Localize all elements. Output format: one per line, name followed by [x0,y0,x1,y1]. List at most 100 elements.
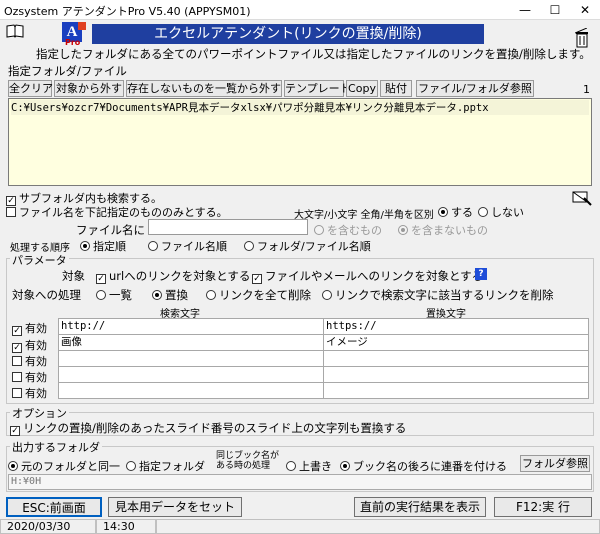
not-contain-radio[interactable] [398,225,408,235]
row-2-search-input[interactable]: 画像 [58,334,324,351]
suffix-radio[interactable] [340,461,350,471]
row-4-search-input[interactable] [58,366,324,383]
target-label: 指定フォルダ/ファイル [8,64,127,78]
order-filename-radio[interactable] [148,241,158,251]
overwrite-option[interactable]: 上書き [286,458,332,474]
maximize-button[interactable]: ☐ [540,0,570,20]
output-group-label: 出力するフォルダ [10,439,102,455]
row-4-enable[interactable]: 有効 [12,369,47,385]
row-5-enable[interactable]: 有効 [12,385,47,401]
row-4-replace-input[interactable] [323,366,589,383]
set-sample-data-button[interactable]: 見本用データをセット [108,497,242,517]
case-no-option[interactable]: しない [478,204,524,220]
execute-button[interactable]: F12:実 行 [494,497,592,517]
order-folder-radio[interactable] [244,241,254,251]
process-delete-all-option[interactable]: リンクを全て削除 [206,287,311,303]
target-type-label: 対象 [62,269,85,283]
book-icon[interactable] [6,24,24,38]
show-last-result-button[interactable]: 直前の実行結果を表示 [354,497,486,517]
process-replace-option[interactable]: 置換 [152,287,188,303]
template-button[interactable]: テンプレート [284,80,351,97]
row-1-enable[interactable]: ✓ 有効 [12,320,47,336]
status-time: 14:30 [96,519,156,534]
same-book-label: 同じブック名が ある時の処理 [216,451,280,471]
filename-input[interactable] [148,219,308,235]
order-specified-radio[interactable] [80,241,90,251]
status-date: 2020/03/30 [0,519,96,534]
row-1-checkbox[interactable]: ✓ [12,326,22,336]
window-titlebar: Ozsystem アテンダントPro V5.40 (APPYSM01) — ☐ … [0,0,600,20]
browse-file-folder-button[interactable]: ファイル/フォルダ参照 [416,80,534,97]
page-title: エクセルアテンダント(リンクの置換/削除) [92,24,484,44]
help-icon[interactable]: ? [475,268,487,280]
output-same-option[interactable]: 元のフォルダと同一 [8,458,120,474]
remove-missing-button[interactable]: 存在しないものを一覧から外す [126,80,282,97]
pen-icon [574,24,588,34]
contain-option[interactable]: を含むもの [314,222,382,238]
row-3-search-input[interactable] [58,350,324,367]
output-specified-radio[interactable] [126,461,136,471]
process-delete-match-radio[interactable] [322,290,332,300]
logo-accent [78,22,86,30]
case-yes-option[interactable]: する [438,204,473,220]
process-delete-match-option[interactable]: リンクで検索文字に該当するリンクを削除 [322,287,554,303]
target-url-option[interactable]: ✓ urlへのリンクを対象とする [96,268,250,284]
process-list-option[interactable]: 一覧 [96,287,132,303]
target-file-checkbox[interactable]: ✓ [252,274,262,284]
output-path-input[interactable]: H:¥0H [8,474,592,490]
case-yes-radio[interactable] [438,207,448,217]
option-group-label: オプション [10,405,69,421]
app-logo: A Pro [62,22,88,47]
replace-slide-text-option[interactable]: ✓ リンクの置換/削除のあったスライド番号のスライド上の文字列も置換する [10,420,406,436]
replace-slide-text-checkbox[interactable]: ✓ [10,426,20,436]
output-same-radio[interactable] [8,461,18,471]
row-5-checkbox[interactable] [12,388,22,398]
paste-button[interactable]: 貼付 [380,80,412,97]
target-url-checkbox[interactable]: ✓ [96,274,106,284]
contain-radio[interactable] [314,225,324,235]
row-3-enable[interactable]: 有効 [12,353,47,369]
folder-browse-button[interactable]: フォルダ参照 [520,455,590,472]
overwrite-radio[interactable] [286,461,296,471]
case-label: 大文字/小文字 全角/半角を区別 [294,210,434,221]
process-label: 対象への処理 [12,288,81,302]
order-folder-option[interactable]: フォルダ/ファイル名順 [244,238,371,254]
process-replace-radio[interactable] [152,290,162,300]
filename-only-checkbox[interactable] [6,207,16,217]
row-2-enable[interactable]: ✓ 有効 [12,337,47,353]
parameters-group-label: パラメータ [10,252,69,268]
row-3-replace-input[interactable] [323,350,589,367]
row-5-search-input[interactable] [58,382,324,399]
row-3-checkbox[interactable] [12,356,22,366]
row-5-replace-input[interactable] [323,382,589,399]
file-count: 1 [583,83,590,96]
description-text: 指定したフォルダにある全てのパワーポイントファイル又は指定したファイルのリンクを… [36,47,591,61]
filename-label: ファイル名に [76,223,145,237]
case-no-radio[interactable] [478,207,488,217]
esc-back-button[interactable]: ESC:前画面 [6,497,102,517]
row-4-checkbox[interactable] [12,372,22,382]
filename-only-option[interactable]: ファイル名を下記指定のもののみとする。 [6,204,228,220]
output-specified-option[interactable]: 指定フォルダ [126,458,205,474]
process-list-radio[interactable] [96,290,106,300]
row-2-replace-input[interactable]: イメージ [323,334,589,351]
order-filename-option[interactable]: ファイル名順 [148,238,227,254]
row-1-search-input[interactable]: http:// [58,318,324,335]
not-contain-option[interactable]: を含まないもの [398,222,488,238]
target-file-list[interactable]: C:¥Users¥ozcr7¥Documents¥APR見本データxlsx¥パワ… [8,98,592,186]
window-title: Ozsystem アテンダントPro V5.40 (APPYSM01) [4,5,251,18]
suffix-option[interactable]: ブック名の後ろに連番を付ける [340,458,507,474]
clear-all-button[interactable]: 全クリア [8,80,53,97]
target-file-option[interactable]: ✓ ファイルやメールへのリンクを対象とする [252,268,483,284]
copy-button[interactable]: Copy [346,80,378,97]
close-button[interactable]: ✕ [570,0,600,20]
status-empty [156,519,600,534]
row-1-replace-input[interactable]: https:// [323,318,589,335]
target-file-item[interactable]: C:¥Users¥ozcr7¥Documents¥APR見本データxlsx¥パワ… [11,100,589,115]
minimize-button[interactable]: — [510,0,540,20]
preview-icon[interactable] [572,188,592,206]
process-delete-all-radio[interactable] [206,290,216,300]
remove-button[interactable]: 対象から外す [54,80,124,97]
row-2-checkbox[interactable]: ✓ [12,343,22,353]
order-specified-option[interactable]: 指定順 [80,238,126,254]
